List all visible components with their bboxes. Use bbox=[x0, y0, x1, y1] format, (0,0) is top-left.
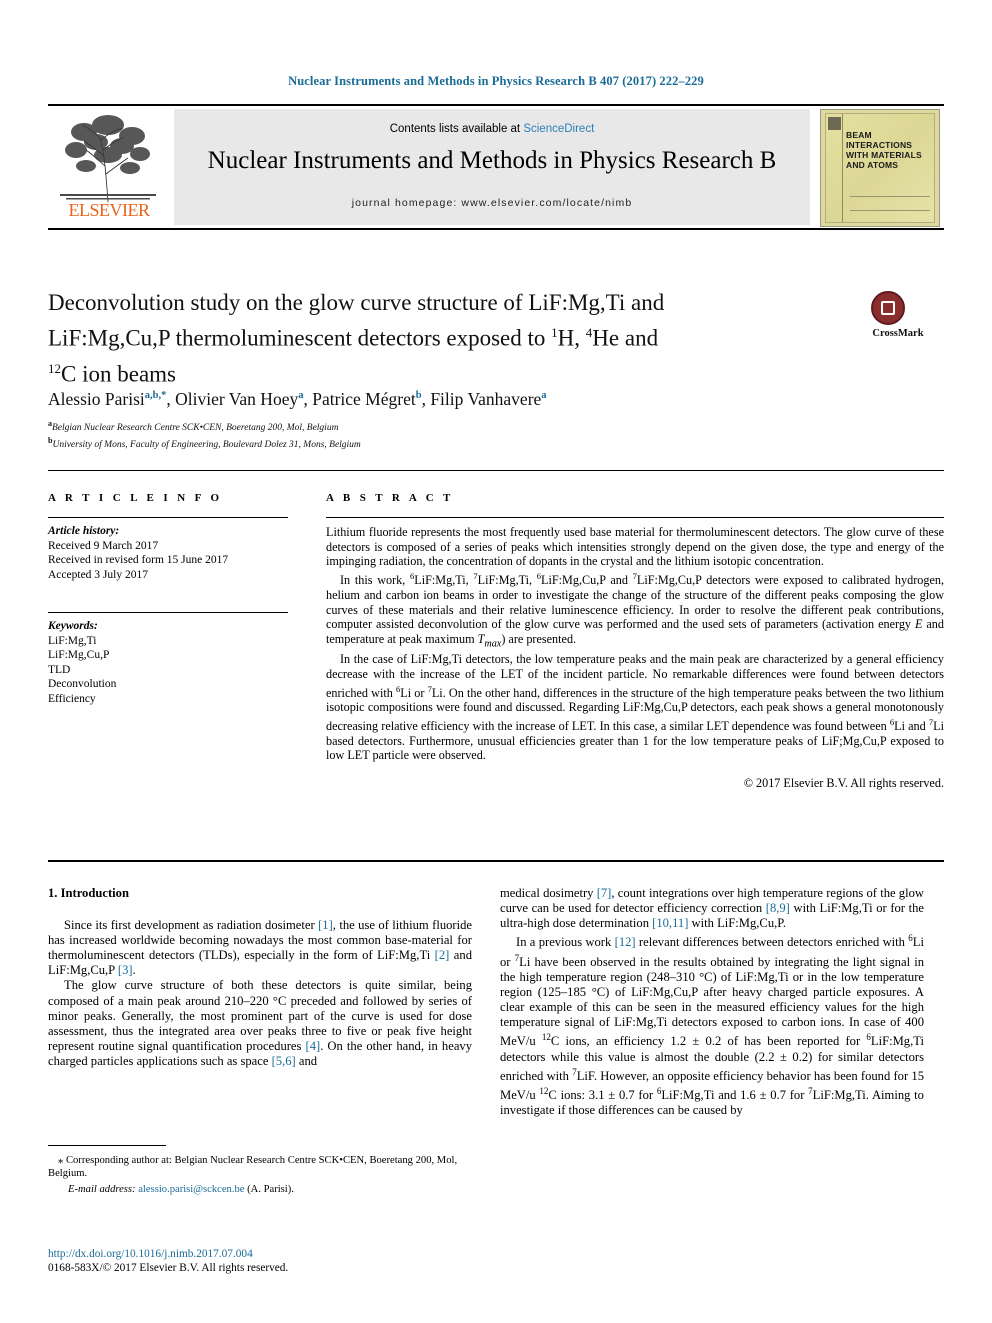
doi-link[interactable]: http://dx.doi.org/10.1016/j.nimb.2017.07… bbox=[48, 1247, 548, 1261]
keyword-item: LiF:Mg,Cu,P bbox=[48, 649, 110, 661]
footnote-rule bbox=[48, 1145, 166, 1146]
keyword-item: LiF:Mg,Ti bbox=[48, 634, 97, 647]
affiliation-item: bUniversity of Mons, Faculty of Engineer… bbox=[48, 435, 361, 450]
abstract-heading: A B S T R A C T bbox=[326, 492, 454, 504]
email-address-line: E-mail address: alessio.parisi@sckcen.be… bbox=[48, 1183, 472, 1196]
page-title: Deconvolution study on the glow curve st… bbox=[48, 288, 838, 389]
journal-homepage[interactable]: journal homepage: www.elsevier.com/locat… bbox=[174, 197, 810, 209]
cover-inner: BEAM INTERACTIONS WITH MATERIALS AND ATO… bbox=[825, 113, 935, 223]
article-history-item: Received 9 March 2017 bbox=[48, 539, 159, 552]
author-affil-mark: a,b,* bbox=[144, 390, 167, 401]
keywords-items: LiF:Mg,Ti LiF:Mg,Cu,P TLD Deconvolution Effi… bbox=[48, 634, 288, 707]
masthead-banner: Contents lists available at ScienceDirec… bbox=[174, 109, 810, 225]
crossmark-badge[interactable]: CrossMark bbox=[855, 291, 941, 347]
title-block: Deconvolution study on the glow curve st… bbox=[48, 288, 838, 389]
article-info-heading-rule bbox=[48, 517, 288, 518]
author-name: Olivier Van Hoey bbox=[175, 388, 299, 409]
issn-copyright: 0168-583X/© 2017 Elsevier B.V. All right… bbox=[48, 1262, 289, 1274]
email-label: E-mail address: bbox=[68, 1183, 136, 1195]
paper-page: Nuclear Instruments and Methods in Physi… bbox=[0, 0, 992, 1323]
journal-title: Nuclear Instruments and Methods in Physi… bbox=[207, 147, 777, 174]
title-line-3: C ion beams bbox=[61, 361, 176, 387]
keywords-block: Keywords: LiF:Mg,Ti LiF:Mg,Cu,P TLD Deconvo… bbox=[48, 619, 288, 706]
article-history-items: Received 9 March 2017 Received in revised… bbox=[48, 539, 288, 583]
abstract-copyright: © 2017 Elsevier B.V. All rights reserved… bbox=[743, 776, 944, 791]
body-column-right: medical dosimetry [7], count integration… bbox=[500, 886, 924, 1118]
cover-spine bbox=[826, 114, 843, 222]
body-paragraph: Since its first development as radiation… bbox=[48, 918, 472, 978]
elsevier-wordmark: ELSEVIER bbox=[68, 200, 151, 220]
keyword-item: TLD bbox=[48, 663, 71, 676]
article-history-label: Article history: bbox=[48, 525, 120, 537]
cover-line-1 bbox=[850, 196, 930, 197]
keywords-label: Keywords: bbox=[48, 620, 98, 632]
corresponding-author-footnote: ⁎ Corresponding author at: Belgian Nucle… bbox=[48, 1145, 472, 1196]
affiliation-list: aBelgian Nuclear Research Centre SCK•CEN… bbox=[48, 418, 748, 451]
author-list: Alessio Parisia,b,*, Olivier Van Hoeya, … bbox=[48, 388, 547, 409]
author-affil-mark: a bbox=[298, 390, 304, 401]
article-history: Article history: Received 9 March 2017 Re… bbox=[48, 524, 288, 582]
crossmark-inner-square bbox=[881, 301, 895, 315]
keyword-item: Efficiency bbox=[48, 692, 96, 705]
author-name: Alessio Parisi bbox=[48, 388, 145, 409]
body-left-paragraphs: Since its first development as radiation… bbox=[48, 918, 472, 1069]
corresponding-author-text: ⁎ Corresponding author at: Belgian Nucle… bbox=[48, 1155, 458, 1180]
abstract-heading-rule bbox=[326, 517, 944, 518]
author-affil-mark: b bbox=[415, 390, 422, 401]
crossmark-icon bbox=[871, 291, 905, 325]
abstract-body: Lithium fluoride represents the most fre… bbox=[326, 525, 944, 791]
affiliation-mark: a bbox=[48, 419, 52, 428]
abstract-bottom-rule bbox=[48, 860, 944, 862]
cover-elsevier-mark bbox=[828, 117, 841, 130]
sciencedirect-link[interactable]: ScienceDirect bbox=[523, 123, 594, 135]
article-history-item: Accepted 3 July 2017 bbox=[48, 568, 148, 581]
journal-masthead: ELSEVIER Contents lists available at Sci… bbox=[48, 104, 944, 230]
cover-line-2 bbox=[850, 210, 930, 211]
cover-title-text: BEAM INTERACTIONS WITH MATERIALS AND ATO… bbox=[846, 130, 922, 170]
crossmark-label: CrossMark bbox=[872, 328, 924, 339]
title-line-2a: LiF:Mg,Cu,P thermoluminescent detectors … bbox=[48, 325, 552, 351]
article-info-column: A R T I C L E I N F O Article history: R… bbox=[48, 492, 288, 706]
title-line-2c: He and bbox=[592, 325, 659, 351]
title-sup-12: 12 bbox=[48, 360, 61, 376]
article-info-heading: A R T I C L E I N F O bbox=[48, 492, 223, 504]
info-abstract-top-rule bbox=[48, 470, 944, 471]
masthead-top-rule bbox=[48, 104, 944, 106]
author-name: Patrice Mégret bbox=[312, 388, 416, 409]
affiliation-item: aBelgian Nuclear Research Centre SCK•CEN… bbox=[48, 419, 339, 434]
contents-available-line: Contents lists available at ScienceDirec… bbox=[174, 123, 810, 135]
abstract-paragraph: Lithium fluoride represents the most fre… bbox=[326, 525, 944, 569]
section-heading-introduction: 1. Introduction bbox=[48, 886, 129, 900]
footer-block: http://dx.doi.org/10.1016/j.nimb.2017.07… bbox=[48, 1247, 548, 1275]
article-history-item: Received in revised form 15 June 2017 bbox=[48, 554, 229, 566]
body-paragraph: medical dosimetry [7], count integration… bbox=[500, 886, 925, 931]
running-head: Nuclear Instruments and Methods in Physi… bbox=[288, 74, 704, 88]
email-suffix: (A. Parisi). bbox=[247, 1183, 294, 1195]
masthead-bottom-rule bbox=[48, 228, 944, 230]
title-line-2b: H, bbox=[557, 325, 586, 351]
email-link[interactable]: alessio.parisi@sckcen.be bbox=[138, 1184, 244, 1195]
affiliation-mark: b bbox=[48, 435, 53, 445]
title-line-1: Deconvolution study on the glow curve st… bbox=[48, 290, 665, 315]
body-paragraph: The glow curve structure of both these d… bbox=[48, 978, 472, 1068]
keyword-item: Deconvolution bbox=[48, 678, 117, 690]
body-right-paragraphs: medical dosimetry [7], count integration… bbox=[500, 886, 924, 1118]
author-affil-mark: a bbox=[541, 390, 547, 401]
body-paragraph: In a previous work [12] relevant differe… bbox=[500, 933, 924, 1118]
body-column-left: 1. Introduction Since its first developm… bbox=[48, 886, 472, 1069]
abstract-column: A B S T R A C T Lithium fluoride represe… bbox=[326, 492, 944, 791]
abstract-paragraph: In this work, 6LiF:Mg,Ti, 7LiF:Mg,Ti, 6L… bbox=[326, 571, 944, 650]
journal-cover-thumbnail[interactable]: BEAM INTERACTIONS WITH MATERIALS AND ATO… bbox=[820, 109, 940, 227]
abstract-paragraph: In the case of LiF:Mg,Ti detectors, the … bbox=[326, 652, 945, 763]
contents-prefix: Contents lists available at bbox=[389, 123, 524, 135]
keywords-rule bbox=[48, 612, 288, 613]
author-name: Filip Vanhavere bbox=[430, 388, 542, 409]
